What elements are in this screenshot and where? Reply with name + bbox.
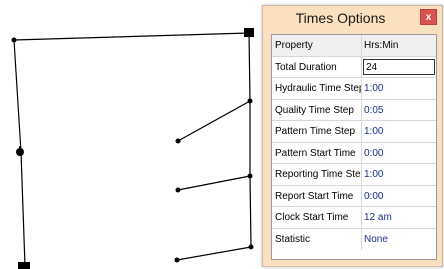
property-row-hydraulic-time-step[interactable]: Hydraulic Time Step 1:00 xyxy=(272,78,436,100)
junction-node[interactable] xyxy=(248,244,254,250)
property-row-statistic[interactable]: Statistic None xyxy=(272,228,436,251)
property-row-quality-time-step[interactable]: Quality Time Step 0:05 xyxy=(272,99,436,121)
dialog-titlebar[interactable]: Times Options x xyxy=(263,6,442,31)
pipe[interactable] xyxy=(177,175,251,191)
pipe[interactable] xyxy=(176,246,252,261)
junction-node[interactable] xyxy=(175,138,181,144)
header-property: Property xyxy=(272,35,362,56)
property-label: Total Duration xyxy=(272,56,362,77)
reservoir-node[interactable] xyxy=(18,262,30,269)
property-grid: Property Hrs:Min Total Duration 24 Hydra… xyxy=(271,34,437,260)
pipe[interactable] xyxy=(13,39,22,153)
property-value[interactable]: 1:00 xyxy=(362,164,436,185)
property-row-report-start-time[interactable]: Report Start Time 0:00 xyxy=(272,185,436,207)
property-label: Report Start Time xyxy=(272,185,362,206)
junction-node[interactable] xyxy=(11,37,17,43)
junction-node[interactable] xyxy=(175,187,181,193)
junction-node[interactable] xyxy=(247,98,253,104)
property-value[interactable]: 0:00 xyxy=(362,186,436,207)
header-value: Hrs:Min xyxy=(364,40,399,51)
pipe[interactable] xyxy=(249,175,252,248)
property-label: Quality Time Step xyxy=(272,99,362,120)
grid-header: Property Hrs:Min xyxy=(272,35,436,57)
pipe[interactable] xyxy=(13,32,250,41)
tank-node[interactable] xyxy=(244,28,254,37)
property-label: Clock Start Time xyxy=(272,207,362,228)
property-value[interactable]: 0:00 xyxy=(362,143,436,164)
property-row-clock-start-time[interactable]: Clock Start Time 12 am xyxy=(272,207,436,229)
property-label: Pattern Start Time xyxy=(272,142,362,163)
property-row-total-duration[interactable]: Total Duration 24 xyxy=(272,56,436,78)
property-row-pattern-time-step[interactable]: Pattern Time Step 1:00 xyxy=(272,121,436,143)
property-label: Statistic xyxy=(272,228,362,250)
property-row-reporting-time-step[interactable]: Reporting Time Step 1:00 xyxy=(272,164,436,186)
property-value[interactable]: 0:05 xyxy=(362,100,436,121)
pipe[interactable] xyxy=(177,100,251,142)
property-row-pattern-start-time[interactable]: Pattern Start Time 0:00 xyxy=(272,142,436,164)
pipe[interactable] xyxy=(20,151,26,267)
times-options-dialog: Times Options x Property Hrs:Min Total D… xyxy=(262,5,443,267)
property-value[interactable]: 12 am xyxy=(362,207,436,228)
property-value[interactable]: 1:00 xyxy=(362,78,436,99)
total-duration-input[interactable]: 24 xyxy=(363,58,435,75)
property-label: Reporting Time Step xyxy=(272,164,362,185)
close-button[interactable]: x xyxy=(420,9,437,25)
dialog-title: Times Options xyxy=(295,10,386,26)
property-label: Pattern Time Step xyxy=(272,121,362,142)
property-label: Hydraulic Time Step xyxy=(272,78,362,99)
property-value[interactable]: None xyxy=(362,229,436,251)
junction-node[interactable] xyxy=(174,257,180,263)
pipe[interactable] xyxy=(248,32,251,102)
property-value[interactable]: 1:00 xyxy=(362,121,436,142)
junction-node[interactable] xyxy=(247,173,253,179)
